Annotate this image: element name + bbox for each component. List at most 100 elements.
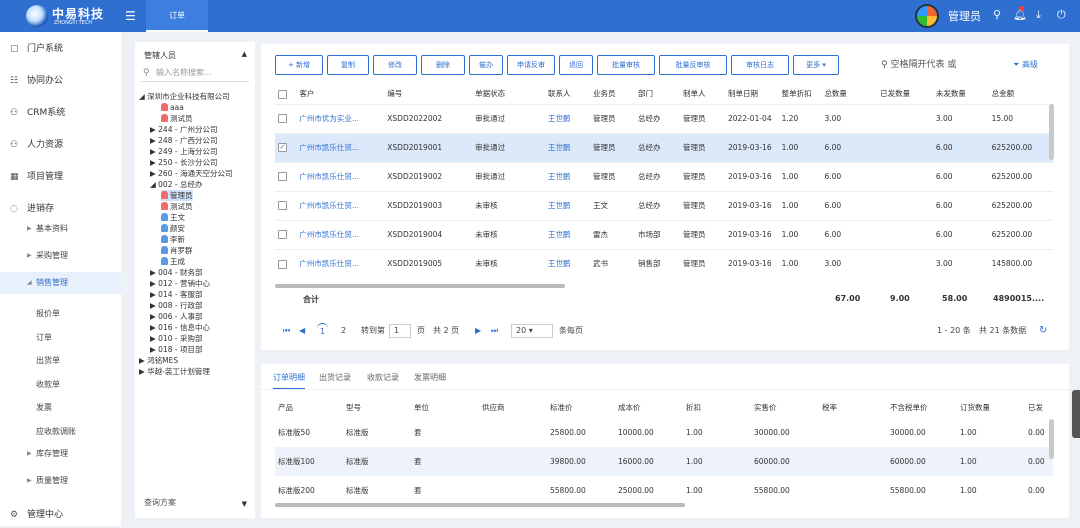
tree-node[interactable]: ▶ 014 - 客服部: [150, 289, 202, 300]
detail-tab-1[interactable]: 出货记录: [319, 372, 351, 390]
tree-search-input[interactable]: ⚲ 输入名称搜索...: [141, 64, 249, 82]
column-header[interactable]: 已发数量: [877, 84, 933, 104]
row-checkbox-cell[interactable]: ✓: [275, 133, 297, 162]
detail-row[interactable]: 标准版200 标准版 套 55800.00 25000.00 1.00 55800.00 55…: [275, 476, 1053, 505]
query-scheme[interactable]: 查询方案: [144, 497, 176, 508]
table-cell[interactable]: 王世鹏: [545, 162, 590, 191]
nav-sub2-1[interactable]: ▶ 质量管理: [0, 470, 121, 492]
menu-toggle-icon[interactable]: ☰: [125, 9, 136, 23]
detail-tab-2[interactable]: 收款记录: [367, 372, 399, 390]
table-row[interactable]: 广州市凯乐仕贸... XSDD2019004 未审核 王世鹏 雷杰 市场部 管理员 2019-…: [275, 220, 1053, 249]
row-checkbox-cell[interactable]: [275, 191, 296, 220]
toolbar-button-6[interactable]: 退回: [559, 55, 593, 75]
nav-item-0[interactable]: ▢ 门户系统: [0, 36, 121, 62]
row-checkbox-cell[interactable]: [275, 162, 296, 191]
detail-row[interactable]: 标准版100 标准版 套 39800.00 16000.00 1.00 60000.00 60…: [275, 447, 1053, 476]
toolbar-button-0[interactable]: + 新增: [275, 55, 323, 75]
row-checkbox-cell[interactable]: [275, 249, 296, 278]
nav-item-4[interactable]: ▦ 项目管理: [0, 164, 121, 190]
toolbar-button-1[interactable]: 复制: [327, 55, 369, 75]
search-icon[interactable]: ⚲: [993, 8, 1001, 21]
nav-item-3[interactable]: ⚇ 人力资源: [0, 132, 121, 158]
table-cell[interactable]: 王世鹏: [545, 191, 590, 220]
column-header[interactable]: 联系人: [545, 84, 590, 104]
nav-sub-2[interactable]: ◢ 销售管理: [0, 272, 121, 294]
table-cell[interactable]: 广州市凯乐仕贸...: [296, 133, 385, 162]
row-checkbox[interactable]: [278, 201, 287, 211]
nav-leaf-1[interactable]: 订单: [0, 326, 121, 349]
detail-column-header[interactable]: 型号: [343, 396, 411, 418]
toolbar-button-5[interactable]: 申请反审: [507, 55, 555, 75]
tree-node[interactable]: ▶ 018 - 项目部: [150, 344, 202, 355]
toolbar-button-8[interactable]: 批量反审核: [659, 55, 727, 75]
table-cell[interactable]: 王世鹏: [545, 249, 590, 278]
select-all-cell[interactable]: [275, 84, 296, 104]
column-header[interactable]: 总数量: [821, 84, 877, 104]
quick-search-input[interactable]: ⚲ 空格隔开代表 或: [881, 56, 1001, 74]
toolbar-button-4[interactable]: 催办: [469, 55, 503, 75]
tree-node[interactable]: ▶ 249 - 上海分公司: [150, 146, 217, 157]
column-header[interactable]: 总金额: [989, 84, 1053, 104]
horizontal-scrollbar[interactable]: [275, 284, 565, 288]
row-checkbox[interactable]: [278, 230, 287, 240]
tree-node[interactable]: 测试员: [161, 113, 193, 124]
avatar[interactable]: [915, 4, 939, 28]
table-row[interactable]: 广州市凯乐仕贸... XSDD2019003 未审核 王世鹏 王文 总经办 管理员 2019-…: [275, 191, 1053, 220]
page-size-select[interactable]: 20 ▾: [511, 324, 553, 338]
nav-sub2-0[interactable]: ▶ 库存管理: [0, 443, 121, 465]
column-header[interactable]: 单据状态: [472, 84, 545, 104]
column-header[interactable]: 部门: [635, 84, 680, 104]
tree-node[interactable]: ▶ 248 - 广西分公司: [150, 135, 217, 146]
nav-item-manage[interactable]: ⚙ 管理中心: [0, 502, 121, 528]
detail-column-header[interactable]: 实售价: [751, 396, 819, 418]
row-checkbox[interactable]: ✓: [278, 143, 287, 153]
detail-column-header[interactable]: 成本价: [615, 396, 683, 418]
refresh-icon[interactable]: ↻: [1039, 323, 1047, 339]
query-scheme-caret-icon[interactable]: ▼: [242, 500, 247, 508]
power-icon[interactable]: ⏻: [1057, 8, 1066, 22]
column-header[interactable]: 编号: [384, 84, 472, 104]
table-row[interactable]: 广州市优为实业... XSDD2022002 审批通过 王世鹏 管理员 总经办 管理员 202…: [275, 104, 1053, 133]
nav-leaf-5[interactable]: 应收款调账: [0, 420, 121, 443]
toolbar-button-2[interactable]: 修改: [373, 55, 417, 75]
table-cell[interactable]: 王世鹏: [545, 220, 590, 249]
page-1[interactable]: 1: [317, 323, 329, 340]
vertical-scrollbar[interactable]: [1049, 104, 1054, 160]
tree-node[interactable]: ◢ 深圳市企业科技有限公司: [139, 91, 230, 102]
tree-node[interactable]: 肖罗群: [161, 245, 193, 256]
nav-item-1[interactable]: ☷ 协同办公: [0, 68, 121, 94]
collapse-icon[interactable]: ▲: [242, 50, 247, 58]
tab-order[interactable]: 订单: [146, 0, 208, 32]
column-header[interactable]: 制单人: [680, 84, 725, 104]
tree-node[interactable]: ▶ 010 - 采购部: [150, 333, 202, 344]
last-page-icon[interactable]: ⏭: [491, 323, 498, 339]
tree-node[interactable]: ▶ 006 - 人事部: [150, 311, 202, 322]
toolbar-button-7[interactable]: 批量审核: [597, 55, 655, 75]
nav-leaf-4[interactable]: 发票: [0, 396, 121, 419]
detail-vertical-scrollbar[interactable]: [1049, 419, 1054, 459]
row-checkbox[interactable]: [278, 172, 287, 182]
tree-node[interactable]: 颜安: [161, 223, 185, 234]
nav-leaf-0[interactable]: 报价单: [0, 302, 121, 325]
detail-horizontal-scrollbar[interactable]: [275, 503, 685, 507]
tree-node[interactable]: ▶ 华越-装工计划管理: [139, 366, 210, 377]
row-checkbox[interactable]: [278, 114, 287, 124]
detail-column-header[interactable]: 不含税单价: [887, 396, 957, 418]
detail-tab-3[interactable]: 发票明细: [414, 372, 446, 390]
column-header[interactable]: 未发数量: [933, 84, 989, 104]
table-cell[interactable]: 广州市凯乐仕贸...: [296, 162, 384, 191]
tree-node[interactable]: aaa: [161, 102, 184, 113]
tree-node[interactable]: 李新: [161, 234, 185, 245]
user-name[interactable]: 管理员: [948, 8, 981, 24]
detail-column-header[interactable]: 供应商: [479, 396, 547, 418]
column-header[interactable]: 业务员: [590, 84, 635, 104]
tree-node[interactable]: ▶ 鸿铭MES: [139, 355, 178, 366]
tree-node[interactable]: ▶ 260 - 海通天空分公司: [150, 168, 232, 179]
tree-node[interactable]: ▶ 016 - 信息中心: [150, 322, 210, 333]
advanced-filter-button[interactable]: ⏷ 高级: [1013, 56, 1038, 74]
tree-node[interactable]: ▶ 012 - 营销中心: [150, 278, 210, 289]
first-page-icon[interactable]: ⏮: [283, 323, 290, 339]
table-cell[interactable]: 王世鹏: [545, 104, 590, 133]
table-cell[interactable]: 广州市凯乐仕贸...: [296, 191, 384, 220]
nav-leaf-3[interactable]: 收款单: [0, 373, 121, 396]
